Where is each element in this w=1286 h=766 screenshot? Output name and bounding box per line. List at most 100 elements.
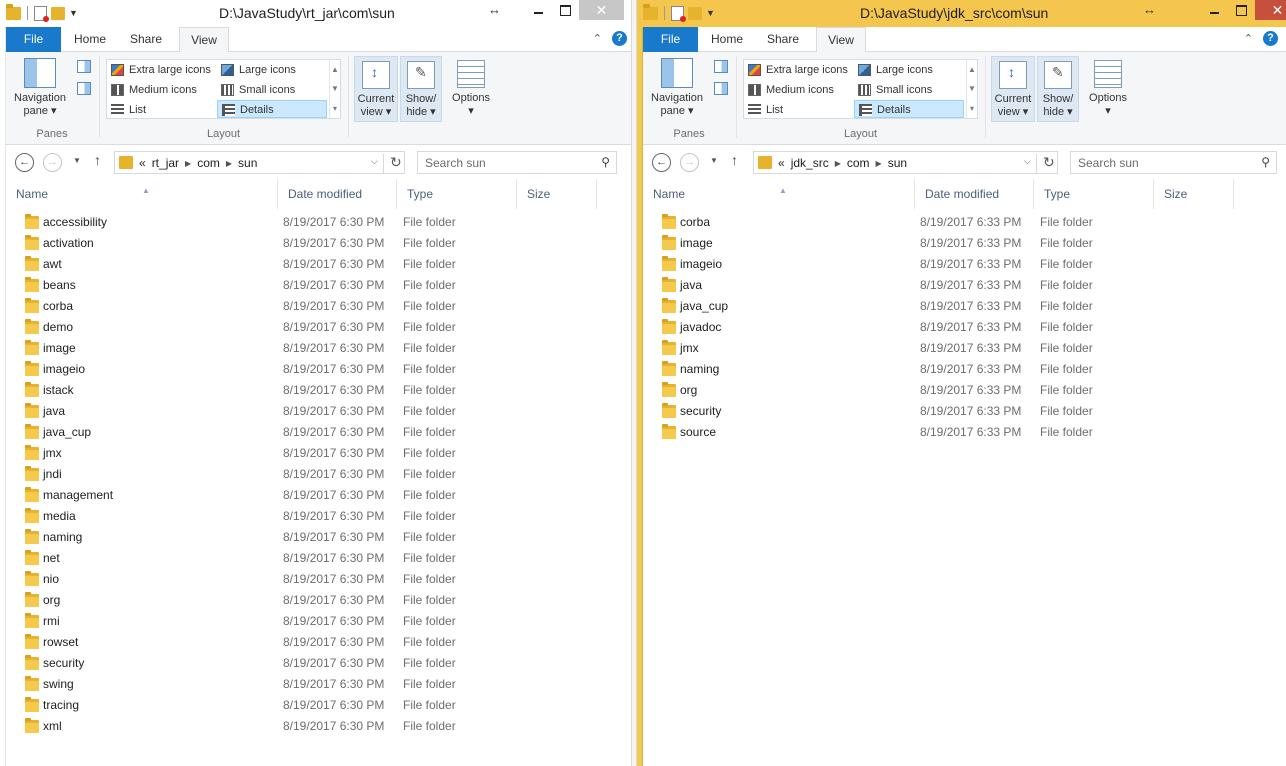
address-field[interactable]: « rt_jar ▶ com ▶ sun ⌵ ↻ — [114, 151, 405, 174]
list-item[interactable]: demo 8/19/2017 6:30 PM File folder — [6, 317, 606, 338]
chevron-down-icon[interactable]: ⌵ — [1024, 156, 1031, 167]
folder-icon[interactable] — [6, 3, 21, 20]
list-item[interactable]: image 8/19/2017 6:33 PM File folder — [643, 233, 1243, 254]
close-button[interactable]: ✕ — [579, 0, 624, 20]
list-item[interactable]: org 8/19/2017 6:30 PM File folder — [6, 590, 606, 611]
collapse-ribbon-icon[interactable]: ⌃ — [593, 32, 602, 45]
breadcrumb-item[interactable]: jdk_src — [791, 156, 829, 170]
new-folder-icon[interactable] — [688, 6, 702, 20]
column-header-name[interactable]: Name ▲ — [6, 179, 278, 209]
chevron-right-icon[interactable]: ▶ — [876, 159, 882, 168]
current-view-button[interactable]: Current view ▾ — [991, 56, 1035, 122]
list-item[interactable]: naming 8/19/2017 6:33 PM File folder — [643, 359, 1243, 380]
tab-home[interactable]: Home — [707, 27, 747, 52]
list-item[interactable]: security 8/19/2017 6:30 PM File folder — [6, 653, 606, 674]
list-item[interactable]: java_cup 8/19/2017 6:33 PM File folder — [643, 296, 1243, 317]
column-header-size[interactable]: Size — [517, 179, 597, 209]
list-item[interactable]: corba 8/19/2017 6:33 PM File folder — [643, 212, 1243, 233]
breadcrumb-item[interactable]: com — [197, 156, 220, 170]
list-item[interactable]: awt 8/19/2017 6:30 PM File folder — [6, 254, 606, 275]
chevron-right-icon[interactable]: ▶ — [835, 159, 841, 168]
column-header-date[interactable]: Date modified — [278, 179, 397, 209]
customize-toolbar-icon[interactable]: ▼ — [706, 8, 715, 18]
help-icon[interactable]: ? — [612, 31, 627, 46]
layout-medium-icons[interactable]: Medium icons — [107, 81, 217, 99]
current-view-button[interactable]: Current view ▾ — [354, 56, 398, 122]
column-header-size[interactable]: Size — [1154, 179, 1234, 209]
recent-locations-icon[interactable]: ▼ — [710, 156, 718, 165]
minimize-button[interactable] — [1201, 0, 1228, 20]
list-item[interactable]: net 8/19/2017 6:30 PM File folder — [6, 548, 606, 569]
list-item[interactable]: media 8/19/2017 6:30 PM File folder — [6, 506, 606, 527]
list-item[interactable]: org 8/19/2017 6:33 PM File folder — [643, 380, 1243, 401]
layout-large-icons[interactable]: Large icons — [217, 61, 327, 79]
layout-extra-large-icons[interactable]: Extra large icons — [107, 61, 217, 79]
preview-pane-icon[interactable] — [714, 60, 728, 73]
refresh-icon[interactable]: ↻ — [1036, 154, 1055, 173]
list-item[interactable]: swing 8/19/2017 6:30 PM File folder — [6, 674, 606, 695]
collapse-ribbon-icon[interactable]: ⌃ — [1244, 32, 1253, 45]
recent-locations-icon[interactable]: ▼ — [73, 156, 81, 165]
show-hide-button[interactable]: Show/ hide ▾ — [1037, 56, 1079, 122]
column-header-name[interactable]: Name ▲ — [643, 179, 915, 209]
navigation-pane-button[interactable]: Navigation pane ▾ — [10, 58, 70, 118]
list-item[interactable]: imageio 8/19/2017 6:30 PM File folder — [6, 359, 606, 380]
list-item[interactable]: rowset 8/19/2017 6:30 PM File folder — [6, 632, 606, 653]
layout-gallery-scroller[interactable]: ▲ ▼ ▾ — [329, 60, 340, 118]
layout-medium-icons[interactable]: Medium icons — [744, 81, 854, 99]
list-item[interactable]: jmx 8/19/2017 6:33 PM File folder — [643, 338, 1243, 359]
breadcrumb-item[interactable]: sun — [888, 156, 907, 170]
preview-pane-icon[interactable] — [77, 60, 91, 73]
customize-toolbar-icon[interactable]: ▼ — [69, 8, 78, 18]
list-item[interactable]: jndi 8/19/2017 6:30 PM File folder — [6, 464, 606, 485]
details-pane-icon[interactable] — [714, 82, 728, 95]
layout-list[interactable]: List — [744, 101, 854, 119]
maximize-button[interactable] — [1228, 0, 1255, 20]
tab-file[interactable]: File — [643, 27, 698, 52]
tab-home[interactable]: Home — [70, 27, 110, 52]
list-item[interactable]: xml 8/19/2017 6:30 PM File folder — [6, 716, 606, 737]
search-input[interactable]: Search sun ⚲ — [1070, 151, 1277, 174]
forward-icon[interactable]: → — [43, 153, 62, 172]
breadcrumb-item[interactable]: sun — [238, 156, 257, 170]
list-item[interactable]: activation 8/19/2017 6:30 PM File folder — [6, 233, 606, 254]
details-pane-icon[interactable] — [77, 82, 91, 95]
back-icon[interactable]: ← — [652, 153, 671, 172]
list-item[interactable]: istack 8/19/2017 6:30 PM File folder — [6, 380, 606, 401]
list-item[interactable]: imageio 8/19/2017 6:33 PM File folder — [643, 254, 1243, 275]
close-button[interactable]: ✕ — [1255, 0, 1286, 20]
tab-share[interactable]: Share — [763, 27, 803, 52]
list-item[interactable]: naming 8/19/2017 6:30 PM File folder — [6, 527, 606, 548]
breadcrumb-item[interactable]: com — [847, 156, 870, 170]
layout-large-icons[interactable]: Large icons — [854, 61, 964, 79]
folder-icon[interactable] — [643, 3, 658, 20]
list-item[interactable]: java_cup 8/19/2017 6:30 PM File folder — [6, 422, 606, 443]
list-item[interactable]: javadoc 8/19/2017 6:33 PM File folder — [643, 317, 1243, 338]
show-hide-button[interactable]: Show/ hide ▾ — [400, 56, 442, 122]
list-item[interactable]: tracing 8/19/2017 6:30 PM File folder — [6, 695, 606, 716]
forward-icon[interactable]: → — [680, 153, 699, 172]
layout-details[interactable]: Details — [854, 100, 964, 118]
search-input[interactable]: Search sun ⚲ — [417, 151, 617, 174]
search-icon[interactable]: ⚲ — [1261, 155, 1270, 169]
list-item[interactable]: nio 8/19/2017 6:30 PM File folder — [6, 569, 606, 590]
help-icon[interactable]: ? — [1263, 31, 1278, 46]
properties-icon[interactable] — [34, 5, 49, 22]
column-header-date[interactable]: Date modified — [915, 179, 1034, 209]
minimize-button[interactable] — [525, 0, 552, 20]
layout-small-icons[interactable]: Small icons — [854, 81, 964, 99]
list-item[interactable]: security 8/19/2017 6:33 PM File folder — [643, 401, 1243, 422]
chevron-right-icon[interactable]: ▶ — [226, 159, 232, 168]
layout-list[interactable]: List — [107, 101, 217, 119]
column-header-type[interactable]: Type — [397, 179, 517, 209]
back-icon[interactable]: ← — [15, 153, 34, 172]
list-item[interactable]: source 8/19/2017 6:33 PM File folder — [643, 422, 1243, 443]
layout-small-icons[interactable]: Small icons — [217, 81, 327, 99]
breadcrumb-overflow[interactable]: « — [139, 156, 146, 170]
search-icon[interactable]: ⚲ — [601, 155, 610, 169]
list-item[interactable]: image 8/19/2017 6:30 PM File folder — [6, 338, 606, 359]
breadcrumb-overflow[interactable]: « — [778, 156, 785, 170]
tab-file[interactable]: File — [6, 27, 61, 52]
options-button[interactable]: Options ▾ — [1083, 56, 1133, 122]
chevron-right-icon[interactable]: ▶ — [185, 159, 191, 168]
